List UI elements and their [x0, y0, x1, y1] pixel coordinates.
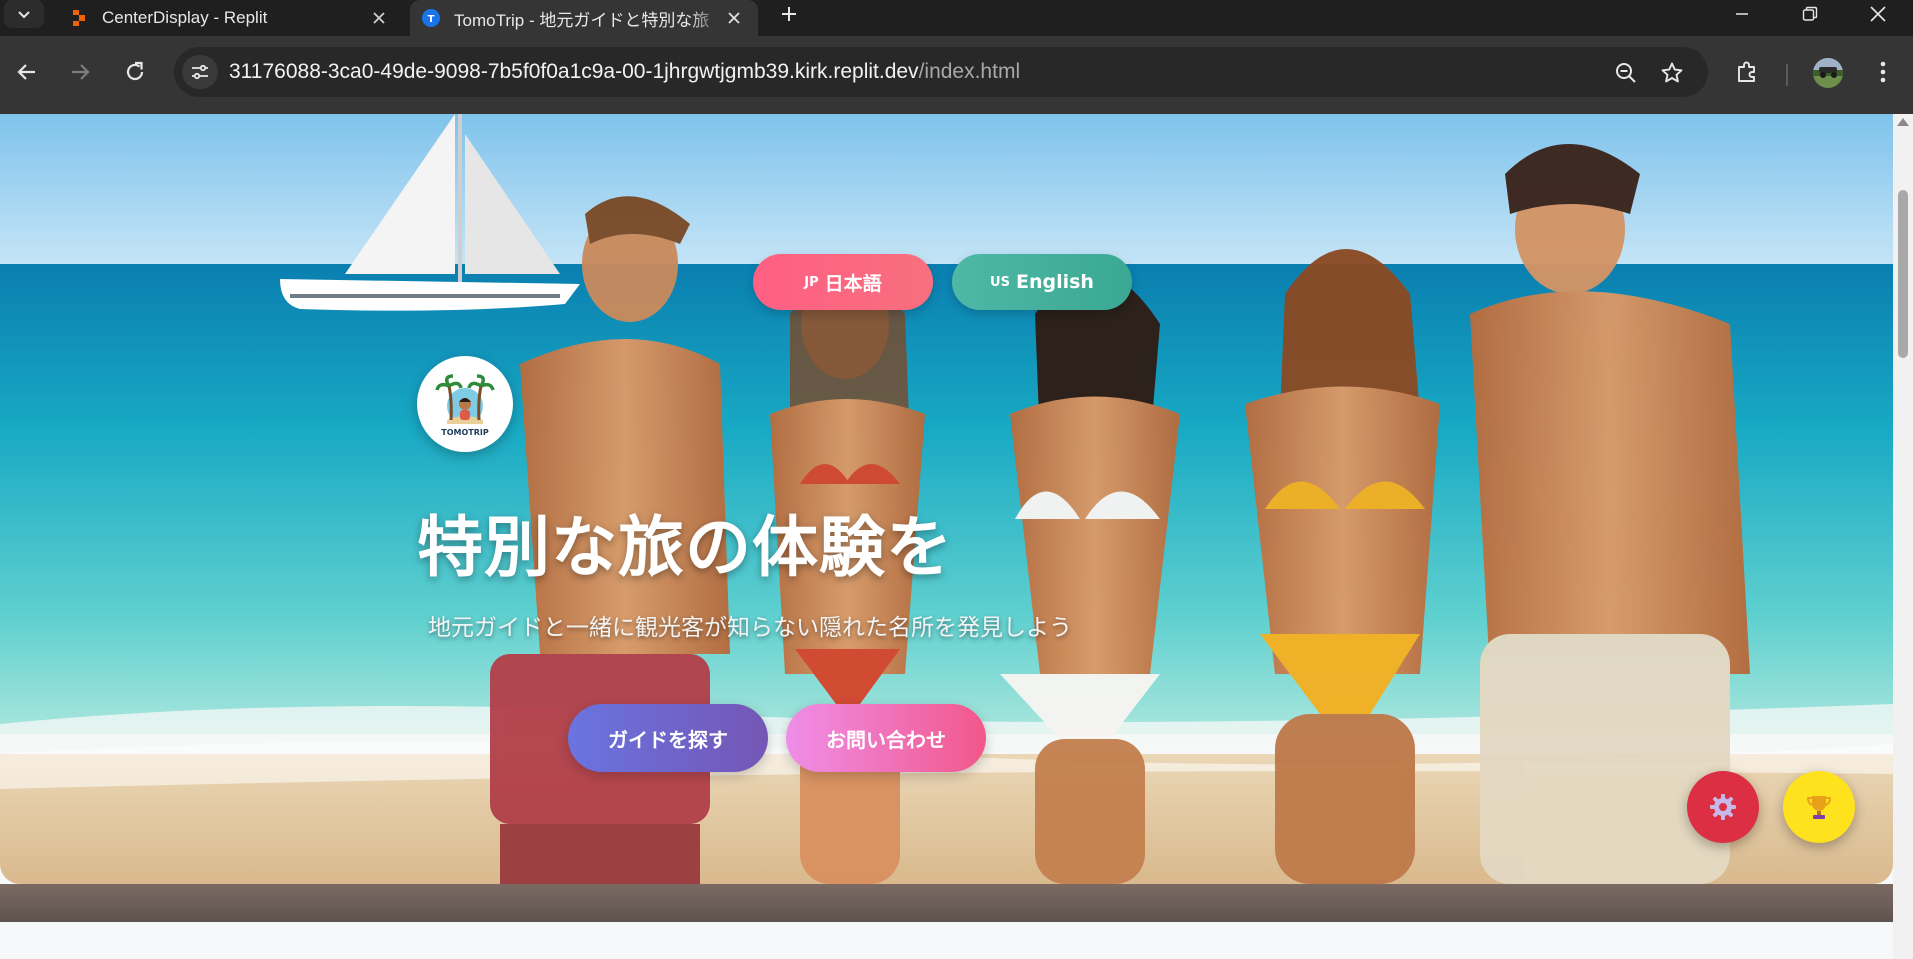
site-info-button[interactable]	[182, 55, 218, 89]
reload-icon	[126, 61, 144, 81]
tab-search-button[interactable]	[4, 0, 44, 28]
profile-avatar[interactable]	[1813, 58, 1843, 88]
forward-button[interactable]	[60, 52, 100, 92]
tab-centerdisplay[interactable]: CenterDisplay - Replit	[58, 0, 403, 36]
address-bar[interactable]: 31176088-3ca0-49de-9098-7b5f0f0a1c9a-00-…	[174, 47, 1708, 97]
restore-button[interactable]	[1780, 0, 1840, 28]
trophy-icon	[1806, 796, 1832, 819]
tab-title: CenterDisplay - Replit	[102, 8, 268, 27]
tune-icon	[192, 64, 208, 80]
url-path: /index.html	[918, 60, 1021, 83]
replit-favicon-icon	[73, 10, 85, 26]
scroll-up-arrow-icon[interactable]	[1897, 118, 1909, 126]
tomotrip-logo[interactable]: TOMOTRIP	[417, 356, 513, 452]
svg-text:T: T	[428, 14, 435, 25]
japan-flag-code: JP	[804, 274, 819, 290]
palm-tree-logo-icon	[435, 373, 495, 424]
scrollbar-thumb[interactable]	[1898, 190, 1908, 358]
close-window-button[interactable]	[1848, 0, 1908, 28]
extensions-button[interactable]	[1727, 52, 1767, 92]
browser-menu-button[interactable]	[1863, 52, 1903, 92]
logo-wordmark: TOMOTRIP	[441, 427, 489, 437]
chevron-down-icon	[18, 11, 30, 19]
star-icon	[1661, 62, 1683, 83]
close-icon[interactable]	[722, 6, 746, 30]
bookmark-button[interactable]	[1658, 59, 1686, 87]
language-english-button[interactable]: US English	[952, 254, 1132, 310]
hero-section: JP 日本語 US English TOMOTRIP 特別な旅の体験を 地元ガイ…	[0, 114, 1893, 884]
new-tab-button[interactable]	[774, 0, 804, 28]
page-scrollbar[interactable]	[1893, 114, 1913, 959]
minimize-button[interactable]	[1712, 0, 1772, 28]
achievements-fab[interactable]	[1783, 771, 1855, 843]
plus-icon	[782, 7, 796, 21]
restore-icon	[1802, 6, 1818, 21]
avatar-image-icon	[1813, 58, 1843, 88]
close-icon[interactable]	[367, 6, 391, 30]
back-button[interactable]	[7, 52, 47, 92]
language-japanese-label: 日本語	[824, 272, 882, 295]
zoom-button[interactable]	[1612, 59, 1640, 87]
tab-strip: CenterDisplay - Replit T TomoTrip - 地元ガイ…	[0, 0, 1913, 36]
find-guide-button[interactable]: ガイドを探す	[568, 704, 768, 772]
close-icon	[1870, 6, 1886, 22]
hero-subtitle: 地元ガイドと一緒に観光客が知らない隠れた名所を発見しよう	[428, 615, 1072, 641]
contact-button[interactable]: お問い合わせ	[786, 704, 986, 772]
reload-button[interactable]	[115, 52, 155, 92]
arrow-left-icon	[17, 64, 35, 80]
settings-fab[interactable]	[1687, 771, 1759, 843]
url-host: 31176088-3ca0-49de-9098-7b5f0f0a1c9a-00-…	[229, 60, 919, 83]
tomotrip-favicon-icon: T	[422, 9, 440, 27]
zoom-out-icon	[1616, 63, 1636, 83]
hero-title: 特別な旅の体験を	[417, 509, 953, 586]
puzzle-icon	[1738, 61, 1755, 82]
tab-title: TomoTrip - 地元ガイドと特別な旅	[454, 10, 710, 30]
more-vert-icon	[1880, 61, 1886, 83]
arrow-right-icon	[72, 64, 90, 80]
toolbar-divider	[1786, 64, 1788, 86]
us-flag-code: US	[990, 274, 1010, 290]
language-english-label: English	[1015, 271, 1094, 293]
hero-bottom-strip	[0, 884, 1893, 922]
tab-tomotrip[interactable]: T TomoTrip - 地元ガイドと特別な旅	[410, 0, 758, 36]
minimize-icon	[1736, 13, 1748, 15]
page-viewport: JP 日本語 US English TOMOTRIP 特別な旅の体験を 地元ガイ…	[0, 114, 1893, 959]
gear-icon	[1710, 794, 1736, 820]
browser-toolbar: 31176088-3ca0-49de-9098-7b5f0f0a1c9a-00-…	[0, 36, 1913, 114]
url-text[interactable]: 31176088-3ca0-49de-9098-7b5f0f0a1c9a-00-…	[229, 60, 1020, 84]
language-japanese-button[interactable]: JP 日本語	[753, 254, 933, 310]
